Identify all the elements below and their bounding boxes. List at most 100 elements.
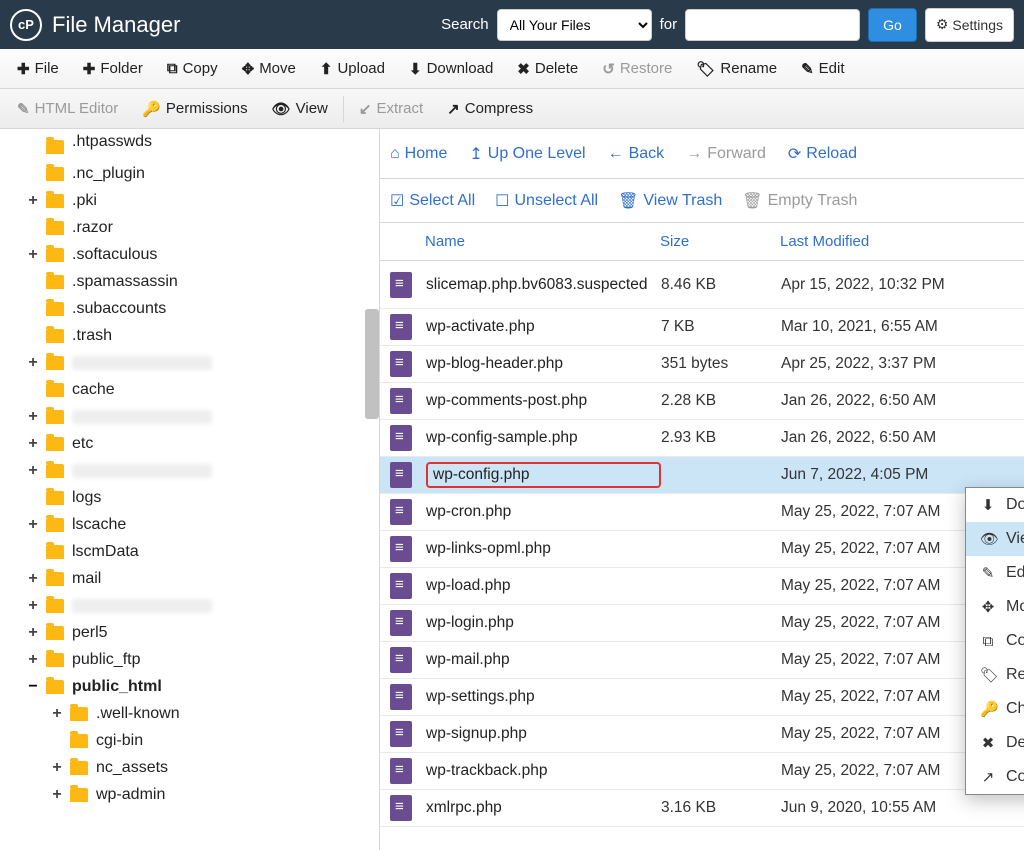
expander-icon[interactable]: + [26, 408, 40, 426]
expander-icon[interactable]: + [26, 570, 40, 588]
file-row[interactable]: wp-blog-header.php351 bytesApr 25, 2022,… [380, 346, 1024, 383]
file-row[interactable]: wp-config.phpJun 7, 2022, 4:05 PM [380, 457, 1024, 494]
tree-item-.htpasswds[interactable]: .htpasswds [0, 133, 379, 160]
expander-icon[interactable]: + [26, 354, 40, 372]
tree-item-etc[interactable]: +etc [0, 430, 379, 457]
tree-item-blurred[interactable]: + [0, 457, 379, 484]
scrollbar-thumb[interactable] [365, 309, 379, 419]
file-row[interactable]: wp-config-sample.php2.93 KBJan 26, 2022,… [380, 420, 1024, 457]
expander-icon[interactable]: + [26, 192, 40, 210]
expander-icon[interactable]: + [26, 246, 40, 264]
context-view[interactable]: 👁View [966, 522, 1024, 556]
tree-item-logs[interactable]: logs [0, 484, 379, 511]
home-button[interactable]: ⌂Home [390, 145, 447, 163]
expander-icon[interactable]: + [26, 624, 40, 642]
unselect-all-button[interactable]: ☐Unselect All [495, 191, 598, 211]
tree-item-nc_assets[interactable]: +nc_assets [0, 754, 379, 781]
column-name[interactable]: Name [425, 233, 660, 250]
tree-item-.subaccounts[interactable]: .subaccounts [0, 295, 379, 322]
context-change-permissions[interactable]: 🔑Change Permissions [966, 692, 1024, 726]
tree-item-blurred[interactable]: + [0, 349, 379, 376]
context-download[interactable]: ⬇Download [966, 488, 1024, 522]
column-size[interactable]: Size [660, 233, 780, 250]
tree-item-.pki[interactable]: +.pki [0, 187, 379, 214]
up-one-level-button[interactable]: ↥Up One Level [469, 144, 585, 164]
context-delete[interactable]: ✖Delete [966, 726, 1024, 760]
file-row[interactable]: wp-signup.phpMay 25, 2022, 7:07 AM [380, 716, 1024, 753]
search-input[interactable] [685, 9, 860, 41]
file-row[interactable]: wp-trackback.phpMay 25, 2022, 7:07 AM [380, 753, 1024, 790]
edit-button[interactable]: ✎Edit [789, 55, 856, 83]
html-editor-button[interactable]: ✎HTML Editor [5, 95, 130, 123]
context-move[interactable]: ✥Move [966, 590, 1024, 624]
expander-icon[interactable]: + [50, 759, 64, 777]
column-last-modified[interactable]: Last Modified [780, 233, 1024, 250]
ctx-icon: ✥ [980, 598, 996, 616]
tree-item-.well-known[interactable]: +.well-known [0, 700, 379, 727]
view-trash-button[interactable]: 🗑View Trash [618, 191, 722, 211]
expander-icon[interactable]: − [26, 678, 40, 696]
tree-item-blurred[interactable]: + [0, 403, 379, 430]
tree-item-public_html[interactable]: −public_html [0, 673, 379, 700]
tree-item-blurred[interactable]: + [0, 592, 379, 619]
tree-item-.razor[interactable]: .razor [0, 214, 379, 241]
expander-icon[interactable]: + [26, 651, 40, 669]
context-compress[interactable]: ↗Compress [966, 760, 1024, 794]
tree-item-wp-admin[interactable]: +wp-admin [0, 781, 379, 808]
tree-item-lscmData[interactable]: lscmData [0, 538, 379, 565]
file-row[interactable]: wp-settings.phpMay 25, 2022, 7:07 AM [380, 679, 1024, 716]
file-row[interactable]: wp-cron.phpMay 25, 2022, 7:07 AM [380, 494, 1024, 531]
expander-icon[interactable]: + [26, 435, 40, 453]
file-row[interactable]: wp-activate.php7 KBMar 10, 2021, 6:55 AM [380, 309, 1024, 346]
delete-button[interactable]: ✖Delete [505, 55, 590, 83]
expander-icon[interactable]: + [26, 462, 40, 480]
context-rename[interactable]: 🏷Rename [966, 658, 1024, 692]
tree-item-.trash[interactable]: .trash [0, 322, 379, 349]
tree-item-.nc_plugin[interactable]: .nc_plugin [0, 160, 379, 187]
expander-icon[interactable]: + [50, 786, 64, 804]
tree-item-.softaculous[interactable]: +.softaculous [0, 241, 379, 268]
context-copy[interactable]: ⧉Copy [966, 624, 1024, 658]
file-row[interactable]: slicemap.php.bv6083.suspected8.46 KBApr … [380, 261, 1024, 309]
file-row[interactable]: xmlrpc.php3.16 KBJun 9, 2020, 10:55 AM [380, 790, 1024, 827]
expander-icon[interactable]: + [26, 597, 40, 615]
folder-tree[interactable]: .htpasswds.nc_plugin+.pki.razor+.softacu… [0, 129, 380, 850]
ctx-icon: 🏷 [980, 666, 996, 684]
forward-button[interactable]: →Forward [686, 145, 766, 163]
folder-button[interactable]: ✚Folder [71, 55, 155, 83]
search-scope-select[interactable]: All Your Files [497, 9, 652, 41]
file-row[interactable]: wp-load.phpMay 25, 2022, 7:07 AM [380, 568, 1024, 605]
compress-button[interactable]: ↗Compress [435, 95, 545, 123]
file-row[interactable]: wp-mail.phpMay 25, 2022, 7:07 AM [380, 642, 1024, 679]
view-button[interactable]: 👁View [260, 95, 340, 123]
tree-item-public_ftp[interactable]: +public_ftp [0, 646, 379, 673]
download-button[interactable]: ⬇Download [397, 55, 505, 83]
permissions-button[interactable]: 🔑Permissions [130, 95, 259, 123]
rename-button[interactable]: 🏷Rename [684, 55, 789, 83]
tree-item-perl5[interactable]: +perl5 [0, 619, 379, 646]
tree-item-lscache[interactable]: +lscache [0, 511, 379, 538]
file-row[interactable]: wp-links-opml.phpMay 25, 2022, 7:07 AM [380, 531, 1024, 568]
tree-item-cache[interactable]: cache [0, 376, 379, 403]
file-row[interactable]: wp-login.phpMay 25, 2022, 7:07 AM [380, 605, 1024, 642]
copy-button[interactable]: ⧉Copy [155, 55, 230, 82]
settings-button[interactable]: ⚙ Settings [925, 8, 1014, 42]
go-button[interactable]: Go [868, 8, 917, 42]
tree-item-cgi-bin[interactable]: cgi-bin [0, 727, 379, 754]
upload-button[interactable]: ⬆Upload [308, 55, 397, 83]
context-edit[interactable]: ✎Edit [966, 556, 1024, 590]
back-button[interactable]: ←Back [608, 145, 665, 163]
file-button[interactable]: ✚File [5, 55, 71, 83]
move-button[interactable]: ✥Move [230, 55, 308, 83]
file-list[interactable]: slicemap.php.bv6083.suspected8.46 KBApr … [380, 261, 1024, 850]
expander-icon[interactable]: + [50, 705, 64, 723]
select-all-button[interactable]: ☑Select All [390, 191, 475, 211]
expander-icon[interactable]: + [26, 516, 40, 534]
file-row[interactable]: wp-comments-post.php2.28 KBJan 26, 2022,… [380, 383, 1024, 420]
reload-button[interactable]: ⟳Reload [788, 144, 857, 164]
extract-button[interactable]: ↙Extract [347, 95, 435, 123]
tree-item-mail[interactable]: +mail [0, 565, 379, 592]
tree-item-.spamassassin[interactable]: .spamassassin [0, 268, 379, 295]
empty-trash-button[interactable]: 🗑Empty Trash [742, 191, 857, 211]
restore-button[interactable]: ↺Restore [590, 55, 684, 83]
